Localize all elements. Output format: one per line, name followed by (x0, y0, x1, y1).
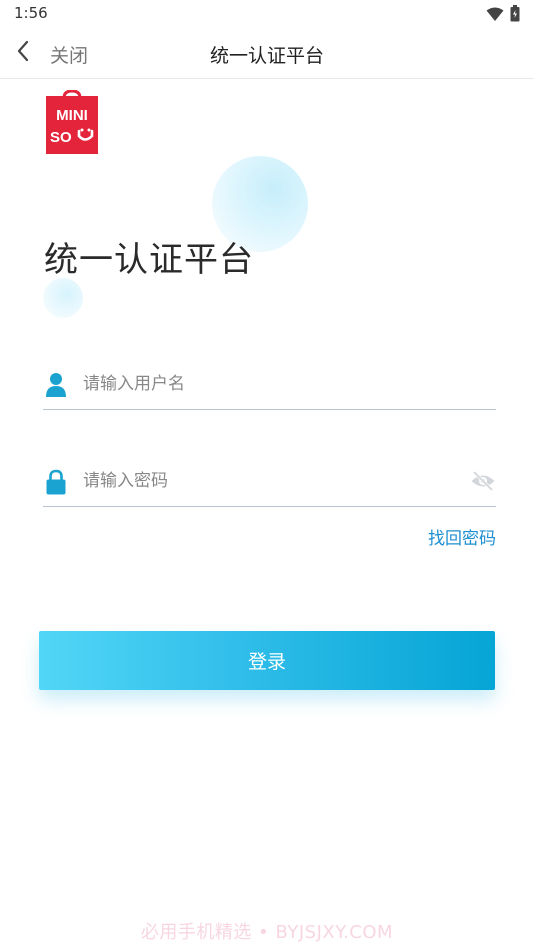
battery-icon (510, 5, 520, 26)
password-field (43, 458, 496, 507)
wifi-icon (486, 6, 504, 25)
status-bar: 1:56 (0, 0, 534, 28)
nav-title: 统一认证平台 (209, 45, 324, 67)
status-icons (486, 5, 520, 26)
password-input[interactable] (83, 466, 453, 496)
lock-icon (45, 469, 67, 495)
forgot-password-link[interactable]: 找回密码 (428, 524, 496, 549)
page-heading: 统一认证平台 (44, 240, 254, 280)
logo-text-line1: MINI (56, 107, 88, 124)
logo-text-line2: SO (50, 129, 72, 146)
login-screen: 1:56 关闭 统一认证平台 MINI SO 统一认证平台 请输入用户名 找回密… (0, 0, 534, 950)
status-time: 1:56 (14, 4, 48, 22)
login-button[interactable]: 登录 (39, 631, 495, 690)
username-field (43, 361, 496, 410)
eye-off-icon[interactable] (470, 469, 496, 493)
nav-bar: 关闭 统一认证平台 (0, 28, 534, 79)
watermark: 必用手机精选 • BYJSJXY.COM (140, 922, 394, 943)
decorative-bubble (43, 278, 83, 318)
username-input[interactable] (83, 369, 453, 399)
miniso-logo: MINI SO (46, 89, 98, 154)
user-icon (45, 372, 67, 398)
